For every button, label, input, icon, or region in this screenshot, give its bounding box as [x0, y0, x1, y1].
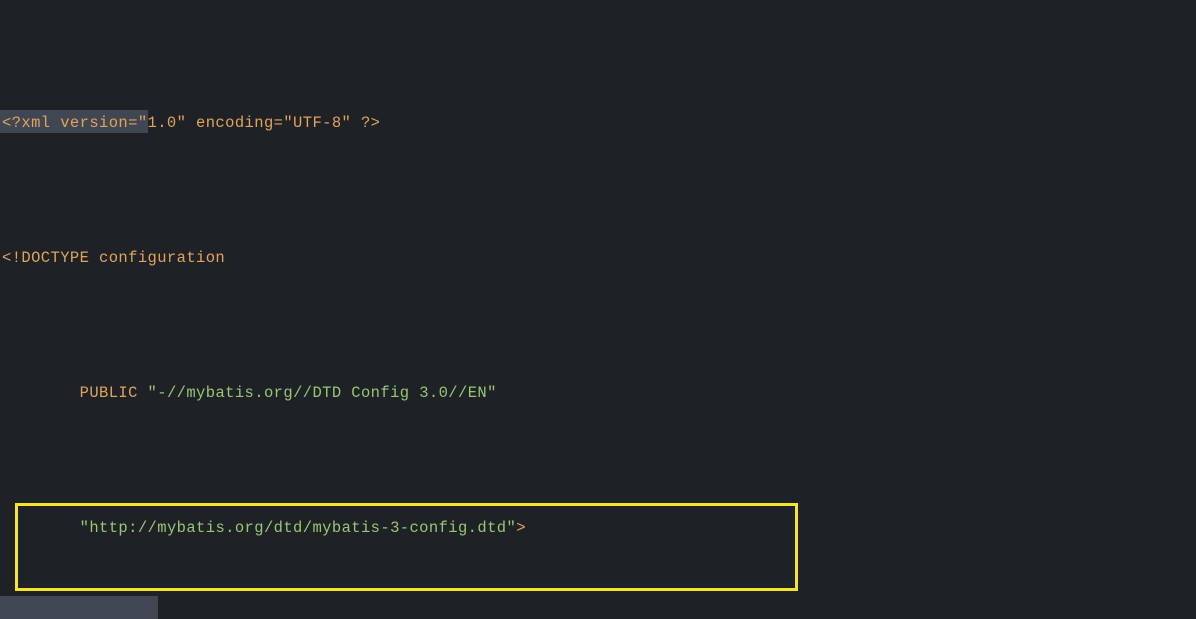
- doctype-open: <!DOCTYPE configuration: [2, 249, 225, 267]
- code-editor[interactable]: <?xml version="1.0" encoding="UTF-8" ?> …: [0, 0, 1196, 619]
- doctype-close: >: [516, 519, 526, 537]
- code-line[interactable]: "http://mybatis.org/dtd/mybatis-3-config…: [0, 515, 1196, 542]
- public-keyword: PUBLIC: [80, 384, 148, 402]
- code-line[interactable]: <!DOCTYPE configuration: [0, 245, 1196, 272]
- doctype-public-id: "-//mybatis.org//DTD Config 3.0//EN": [148, 384, 497, 402]
- code-line[interactable]: PUBLIC "-//mybatis.org//DTD Config 3.0//…: [0, 380, 1196, 407]
- xml-decl: <?xml version="1.0" encoding="UTF-8" ?>: [2, 114, 380, 132]
- code-line[interactable]: <?xml version="1.0" encoding="UTF-8" ?>: [0, 110, 1196, 137]
- doctype-system-id: "http://mybatis.org/dtd/mybatis-3-config…: [80, 519, 517, 537]
- tag-match-highlight: [0, 596, 158, 619]
